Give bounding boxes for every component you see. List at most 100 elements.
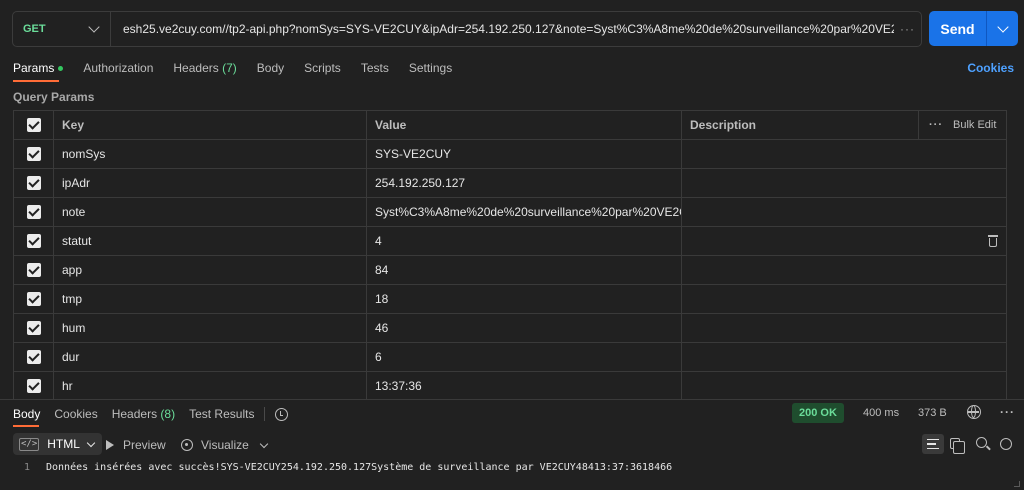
format-dropdown[interactable]: </> HTML xyxy=(13,433,102,455)
tab-scripts[interactable]: Scripts xyxy=(304,61,341,75)
param-description[interactable] xyxy=(682,314,1006,342)
param-description[interactable] xyxy=(682,343,1006,371)
tab-label: Headers xyxy=(111,407,158,421)
row-checkbox[interactable] xyxy=(26,147,41,161)
param-key[interactable]: ipAdr xyxy=(54,169,367,197)
more-icon[interactable]: ··· xyxy=(1000,405,1015,419)
chevron-down-icon xyxy=(86,438,96,447)
param-description[interactable] xyxy=(682,372,1006,400)
tab-response-body[interactable]: Body xyxy=(13,407,40,421)
row-checkbox[interactable] xyxy=(26,321,41,335)
param-value[interactable]: 46 xyxy=(367,314,682,342)
active-tab-indicator xyxy=(13,425,39,427)
param-value[interactable]: Syst%C3%A8me%20de%20surveillance%20par%2… xyxy=(367,198,682,226)
param-key[interactable]: statut xyxy=(54,227,367,255)
separator xyxy=(264,407,266,421)
tab-label: Tests xyxy=(360,61,389,75)
response-body[interactable]: 1 Données insérées avec succès!SYS-VE2CU… xyxy=(0,462,1024,480)
visualize-label: Visualize xyxy=(201,438,249,452)
link-icon[interactable] xyxy=(1000,438,1012,450)
param-value[interactable]: 4 xyxy=(367,227,682,255)
response-time[interactable]: 400 ms xyxy=(863,407,899,419)
chevron-down-icon xyxy=(996,20,1009,33)
select-all-checkbox[interactable] xyxy=(26,118,41,132)
param-description[interactable] xyxy=(682,140,1006,168)
url-input[interactable]: esh25.ve2cuy.com//tp2-api.php?nomSys=SYS… xyxy=(111,22,894,36)
send-options-button[interactable] xyxy=(987,11,1018,46)
preview-button[interactable]: Preview xyxy=(106,438,166,452)
param-value[interactable]: SYS-VE2CUY xyxy=(367,140,682,168)
tab-label: Authorization xyxy=(83,61,154,75)
param-description[interactable] xyxy=(682,285,1006,313)
tab-params[interactable]: Params xyxy=(13,61,64,75)
request-tabs: Params Authorization Headers (7) Body Sc… xyxy=(13,61,472,75)
cookies-link[interactable]: Cookies xyxy=(967,61,1014,75)
copy-icon[interactable] xyxy=(950,438,965,454)
row-check-cell xyxy=(14,285,54,313)
param-description[interactable] xyxy=(682,227,1006,255)
param-value[interactable]: 18 xyxy=(367,285,682,313)
bulk-edit-button[interactable]: ··· Bulk Edit xyxy=(918,111,1006,139)
query-params-heading: Query Params xyxy=(13,90,95,104)
row-check-cell xyxy=(14,314,54,342)
more-icon[interactable]: ··· xyxy=(894,22,921,36)
tab-label: Settings xyxy=(408,61,453,75)
tab-authorization[interactable]: Authorization xyxy=(83,61,153,75)
select-all-cell xyxy=(14,111,54,139)
param-key[interactable]: note xyxy=(54,198,367,226)
tab-body[interactable]: Body xyxy=(257,61,284,75)
tab-label: Headers xyxy=(173,61,219,75)
param-description[interactable] xyxy=(682,198,1006,226)
tab-response-cookies[interactable]: Cookies xyxy=(54,407,97,421)
send-button-group: Send xyxy=(929,11,1018,46)
param-key[interactable]: tmp xyxy=(54,285,367,313)
row-checkbox[interactable] xyxy=(26,205,41,219)
tab-test-results[interactable]: Test Results xyxy=(189,407,254,421)
clock-icon[interactable] xyxy=(275,407,289,421)
code-icon: </> xyxy=(19,437,40,451)
resize-grip-icon[interactable] xyxy=(1014,481,1020,487)
globe-icon[interactable] xyxy=(967,405,981,419)
visualize-icon xyxy=(181,439,193,451)
row-checkbox[interactable] xyxy=(26,379,41,393)
tab-tests[interactable]: Tests xyxy=(361,61,389,75)
active-dot-icon xyxy=(58,66,64,72)
row-check-cell xyxy=(14,198,54,226)
pane-divider[interactable] xyxy=(0,399,1024,400)
param-key[interactable]: nomSys xyxy=(54,140,367,168)
param-description[interactable] xyxy=(682,169,1006,197)
param-value[interactable]: 84 xyxy=(367,256,682,284)
row-check-cell xyxy=(14,169,54,197)
param-value[interactable]: 254.192.250.127 xyxy=(367,169,682,197)
param-description[interactable] xyxy=(682,256,1006,284)
method-selector[interactable]: GET xyxy=(13,12,111,46)
table-row: app 84 xyxy=(14,256,1006,285)
param-key[interactable]: app xyxy=(54,256,367,284)
response-tabs: Body Cookies Headers (8) Test Results xyxy=(13,407,289,421)
row-checkbox[interactable] xyxy=(26,234,41,248)
row-checkbox[interactable] xyxy=(26,350,41,364)
search-icon[interactable] xyxy=(976,437,987,448)
tab-headers[interactable]: Headers (7) xyxy=(173,61,236,75)
tab-response-headers[interactable]: Headers (8) xyxy=(112,407,175,421)
trash-icon[interactable] xyxy=(988,235,998,247)
param-value[interactable]: 13:37:36 xyxy=(367,372,682,400)
param-key[interactable]: dur xyxy=(54,343,367,371)
tab-settings[interactable]: Settings xyxy=(409,61,452,75)
param-key[interactable]: hum xyxy=(54,314,367,342)
response-size[interactable]: 373 B xyxy=(918,407,947,419)
row-checkbox[interactable] xyxy=(26,176,41,190)
row-checkbox[interactable] xyxy=(26,263,41,277)
wrap-lines-icon[interactable] xyxy=(922,434,944,454)
send-button[interactable]: Send xyxy=(929,11,987,46)
visualize-button[interactable]: Visualize xyxy=(181,438,269,452)
method-label: GET xyxy=(23,23,46,35)
row-checkbox[interactable] xyxy=(26,292,41,306)
column-header-value: Value xyxy=(367,111,682,139)
status-badge[interactable]: 200 OK xyxy=(792,403,844,423)
param-key[interactable]: hr xyxy=(54,372,367,400)
tab-label: Scripts xyxy=(304,61,341,75)
params-table: Key Value Description ··· Bulk Edit nomSy… xyxy=(13,110,1007,400)
param-value[interactable]: 6 xyxy=(367,343,682,371)
table-header-row: Key Value Description ··· Bulk Edit xyxy=(14,111,1006,140)
